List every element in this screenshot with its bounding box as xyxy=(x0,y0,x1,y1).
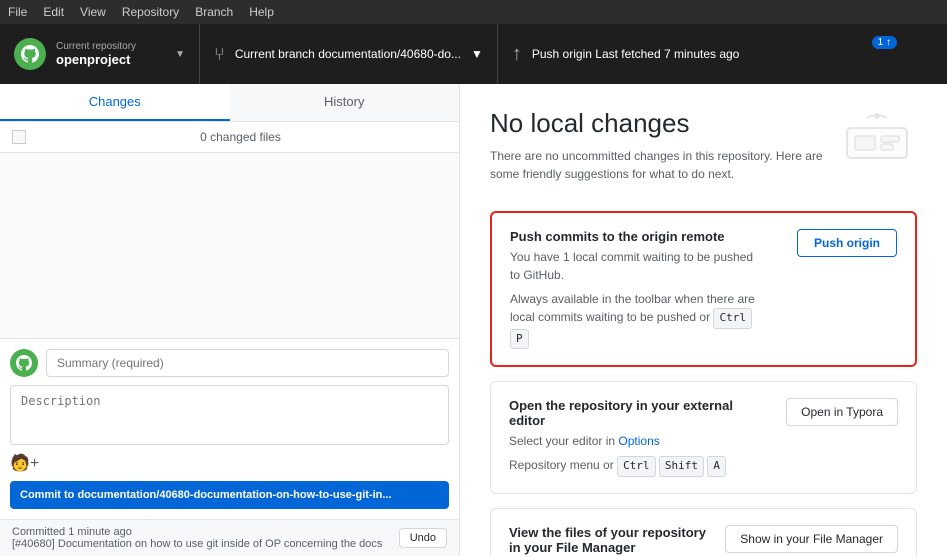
push-sublabel: Last fetched 7 minutes ago xyxy=(595,47,739,61)
toolbar: Current repository openproject ▼ ⑂ Curre… xyxy=(0,24,947,84)
push-up-icon: ↑ xyxy=(512,43,522,66)
push-origin-toolbar-button[interactable]: ↑ Push origin Last fetched 7 minutes ago… xyxy=(498,24,947,84)
menu-branch[interactable]: Branch xyxy=(195,5,233,19)
repo-name: openproject xyxy=(56,52,136,67)
current-repo-button[interactable]: Current repository openproject ▼ xyxy=(0,24,200,84)
file-manager-card: View the files of your repository in you… xyxy=(490,508,917,556)
options-link[interactable]: Options xyxy=(618,434,659,448)
commit-button[interactable]: Commit to documentation/40680-documentat… xyxy=(10,481,449,509)
file-manager-title: View the files of your repository in you… xyxy=(509,525,709,555)
changes-area xyxy=(0,153,459,338)
no-changes-illustration xyxy=(837,108,917,168)
open-editor-title: Open the repository in your external edi… xyxy=(509,398,762,428)
main-layout: Changes History 0 changed files 🧑+ Commi… xyxy=(0,84,947,556)
branch-chevron-icon: ▼ xyxy=(471,47,483,61)
open-typora-button[interactable]: Open in Typora xyxy=(786,398,898,426)
push-commits-shortcut: Always available in the toolbar when the… xyxy=(510,290,761,349)
add-person-icon: 🧑+ xyxy=(10,453,39,473)
avatar xyxy=(10,349,38,377)
description-input[interactable] xyxy=(10,385,449,445)
kbd-ctrl: Ctrl xyxy=(713,308,752,329)
branch-sublabel: Current branch xyxy=(235,47,315,61)
open-editor-card: Open the repository in your external edi… xyxy=(490,381,917,494)
no-changes-desc: There are no uncommitted changes in this… xyxy=(490,147,830,183)
menu-repository[interactable]: Repository xyxy=(122,5,179,19)
tab-changes[interactable]: Changes xyxy=(0,84,230,121)
menu-file[interactable]: File xyxy=(8,5,27,19)
tabs: Changes History xyxy=(0,84,459,122)
commit-author-row: 🧑+ xyxy=(10,453,449,473)
repo-labels: Current repository openproject xyxy=(56,41,136,67)
file-manager-content: View the files of your repository in you… xyxy=(509,525,709,556)
repo-icon xyxy=(14,38,46,70)
open-editor-desc: Select your editor in Options xyxy=(509,432,762,450)
menu-help[interactable]: Help xyxy=(249,5,274,19)
kbd-p: P xyxy=(510,329,529,350)
footer-info: Committed 1 minute ago [#40680] Document… xyxy=(12,526,382,550)
footer-bar: Committed 1 minute ago [#40680] Document… xyxy=(0,519,459,556)
tab-history[interactable]: History xyxy=(230,84,460,121)
summary-row xyxy=(10,349,449,377)
open-editor-shortcut: Repository menu or Ctrl Shift A xyxy=(509,456,762,477)
push-commits-desc: You have 1 local commit waiting to be pu… xyxy=(510,248,761,284)
right-panel: No local changes There are no uncommitte… xyxy=(460,84,947,556)
commit-area: 🧑+ Commit to documentation/40680-documen… xyxy=(0,338,459,519)
push-commits-action: Push origin xyxy=(777,229,897,257)
no-changes-title: No local changes xyxy=(490,108,830,139)
changed-files-count: 0 changed files xyxy=(34,130,447,144)
kbd-a: A xyxy=(707,456,726,477)
summary-input[interactable] xyxy=(46,349,449,377)
select-all-checkbox[interactable] xyxy=(12,130,26,144)
right-header-text: No local changes There are no uncommitte… xyxy=(490,108,830,203)
changed-files-bar: 0 changed files xyxy=(0,122,459,153)
push-labels: Push origin Last fetched 7 minutes ago xyxy=(532,47,739,61)
right-header-row: No local changes There are no uncommitte… xyxy=(490,108,917,203)
push-origin-button[interactable]: Push origin xyxy=(797,229,897,257)
file-manager-action: Show in your File Manager xyxy=(725,525,898,553)
repo-sublabel: Current repository xyxy=(56,41,136,52)
push-commits-content: Push commits to the origin remote You ha… xyxy=(510,229,761,349)
open-editor-action: Open in Typora xyxy=(778,398,898,426)
branch-icon: ⑂ xyxy=(214,44,225,65)
menubar: File Edit View Repository Branch Help xyxy=(0,0,947,24)
repo-chevron-icon: ▼ xyxy=(175,49,185,60)
push-commits-title: Push commits to the origin remote xyxy=(510,229,761,244)
footer-committed: Committed 1 minute ago xyxy=(12,526,382,538)
footer-message: [#40680] Documentation on how to use git… xyxy=(12,538,382,550)
kbd-shift: Shift xyxy=(659,456,704,477)
undo-button[interactable]: Undo xyxy=(399,528,447,548)
branch-name: documentation/40680-do... xyxy=(318,47,461,61)
open-editor-content: Open the repository in your external edi… xyxy=(509,398,762,477)
left-panel: Changes History 0 changed files 🧑+ Commi… xyxy=(0,84,460,556)
push-badge: 1 ↑ xyxy=(872,36,897,49)
kbd-ctrl2: Ctrl xyxy=(617,456,656,477)
push-label: Push origin xyxy=(532,47,592,61)
current-branch-button[interactable]: ⑂ Current branch documentation/40680-do.… xyxy=(200,24,498,84)
menu-view[interactable]: View xyxy=(80,5,106,19)
menu-edit[interactable]: Edit xyxy=(43,5,64,19)
push-commits-card: Push commits to the origin remote You ha… xyxy=(490,211,917,367)
branch-labels: Current branch documentation/40680-do... xyxy=(235,47,461,61)
show-file-manager-button[interactable]: Show in your File Manager xyxy=(725,525,898,553)
